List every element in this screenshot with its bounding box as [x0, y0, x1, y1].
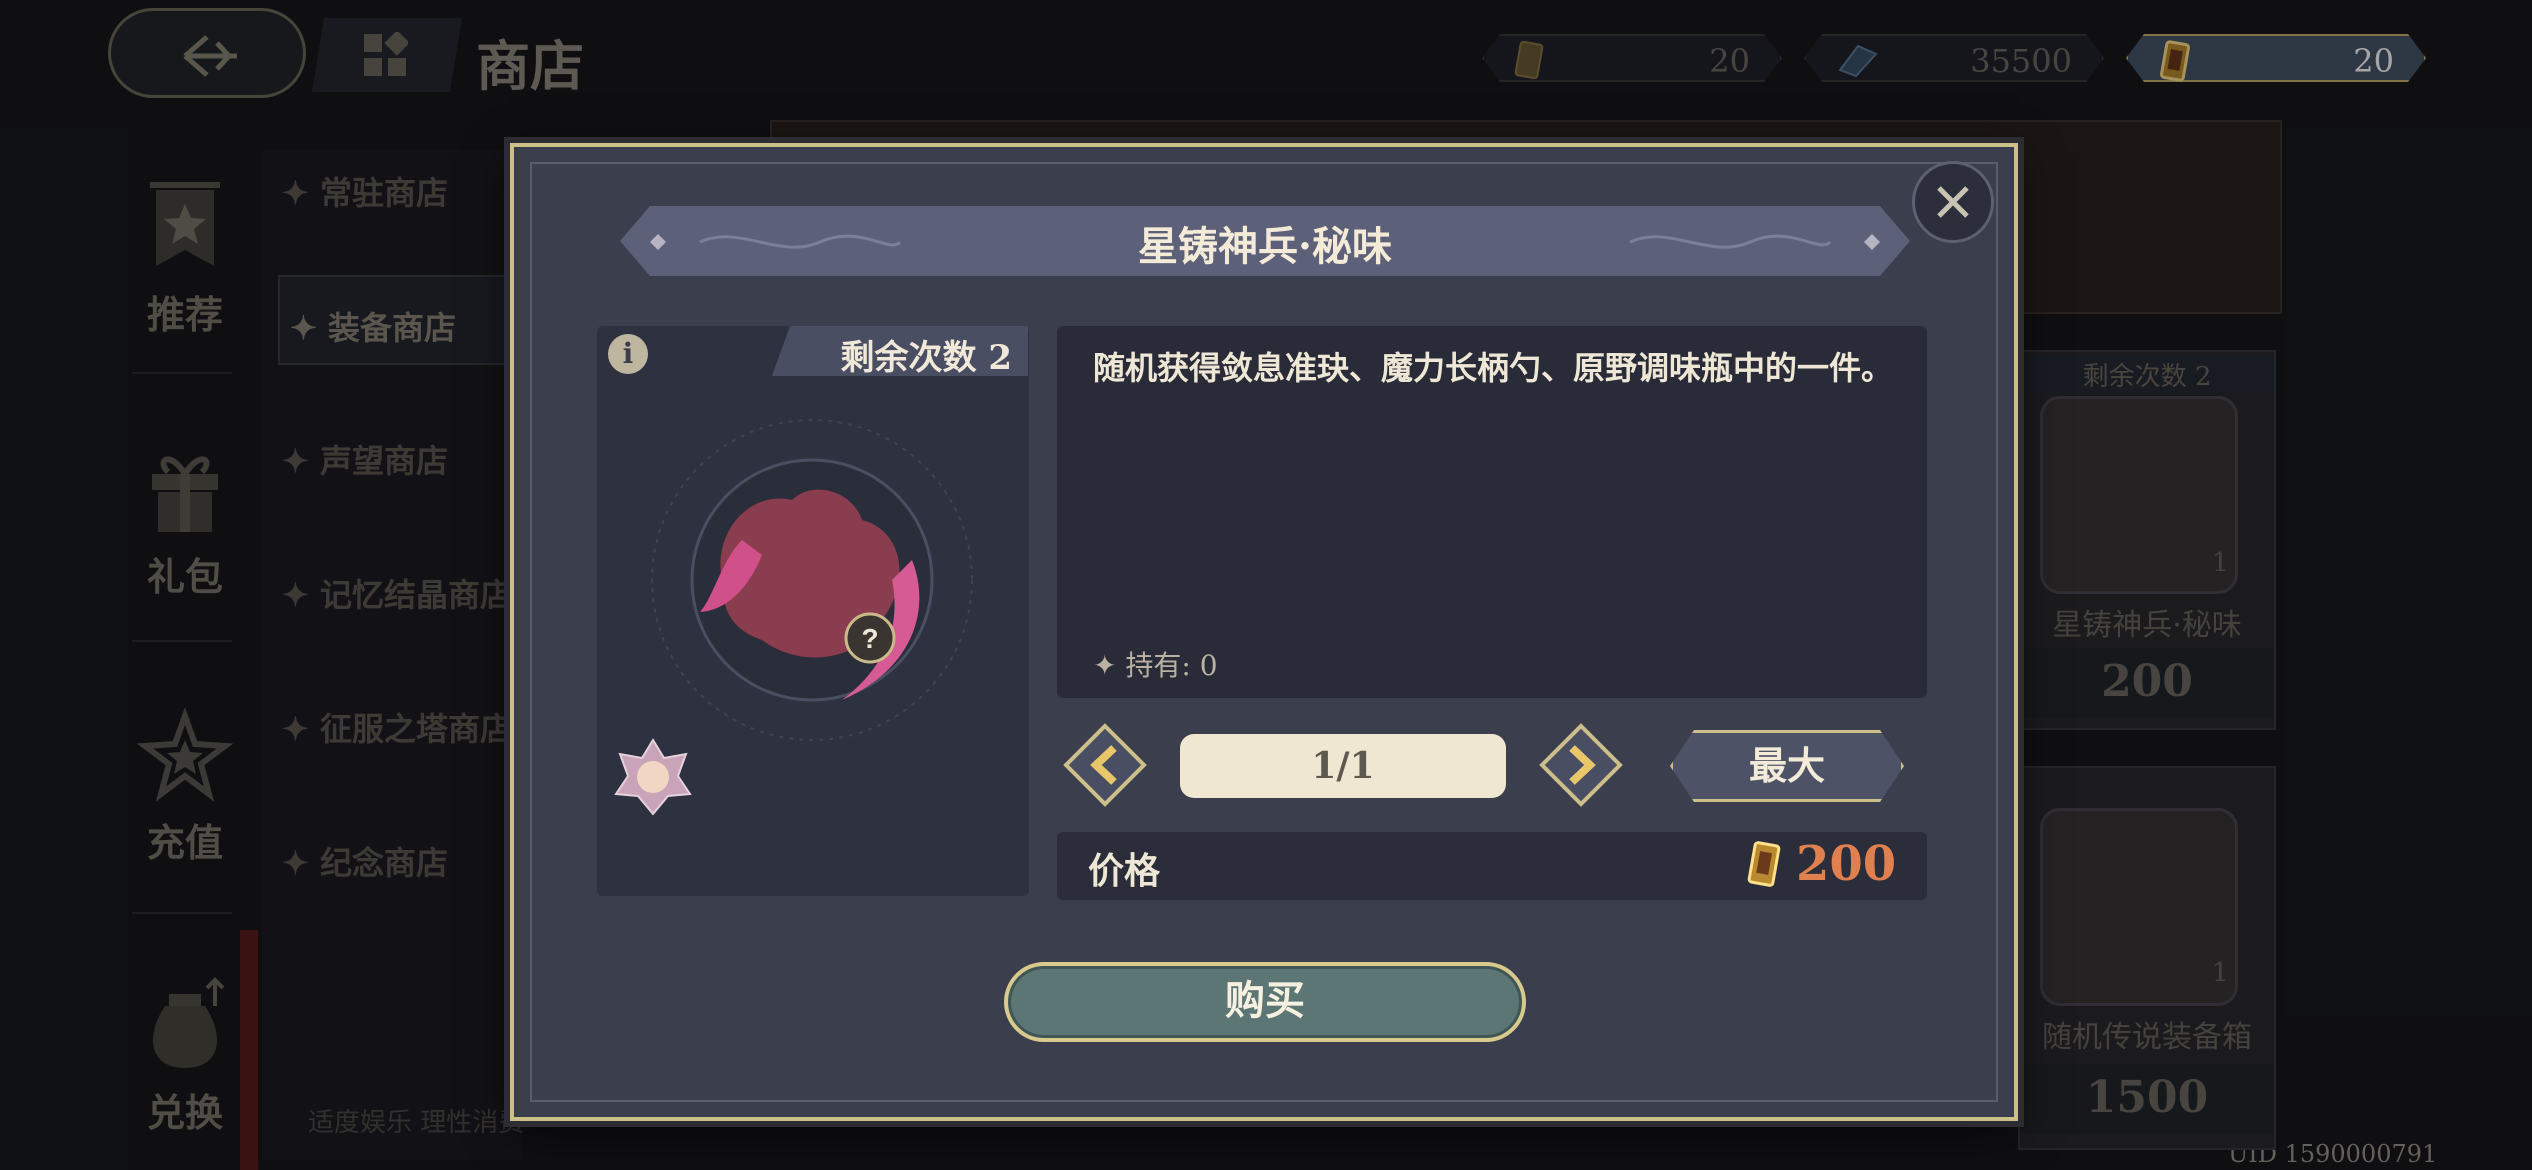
dialog-title: 星铸神兵·秘味 [1138, 223, 1392, 270]
rarity-badge-icon [614, 738, 692, 816]
decrease-button[interactable] [1062, 722, 1148, 808]
close-button[interactable] [1912, 161, 1994, 243]
info-icon[interactable]: i [608, 334, 648, 374]
price-value: 200 [1796, 836, 1897, 892]
item-description: 随机获得敛息准玦、魔力长柄勺、原野调味瓶中的一件。 [1093, 349, 1894, 387]
svg-text:?: ? [861, 623, 878, 654]
max-button[interactable]: 最大 [1670, 730, 1904, 802]
remaining-count: 剩余次数 2 [840, 338, 1013, 378]
price-label: 价格 [1088, 850, 1161, 892]
quantity-field[interactable]: 1/1 [1180, 734, 1506, 798]
increase-button[interactable] [1538, 722, 1624, 808]
close-icon [1937, 186, 1969, 218]
gold-ticket-icon [1747, 841, 1781, 887]
buy-button[interactable]: 购买 [1004, 962, 1526, 1042]
item-image: ? [651, 419, 973, 741]
owned-count: ✦ 持有: 0 [1093, 649, 1218, 682]
